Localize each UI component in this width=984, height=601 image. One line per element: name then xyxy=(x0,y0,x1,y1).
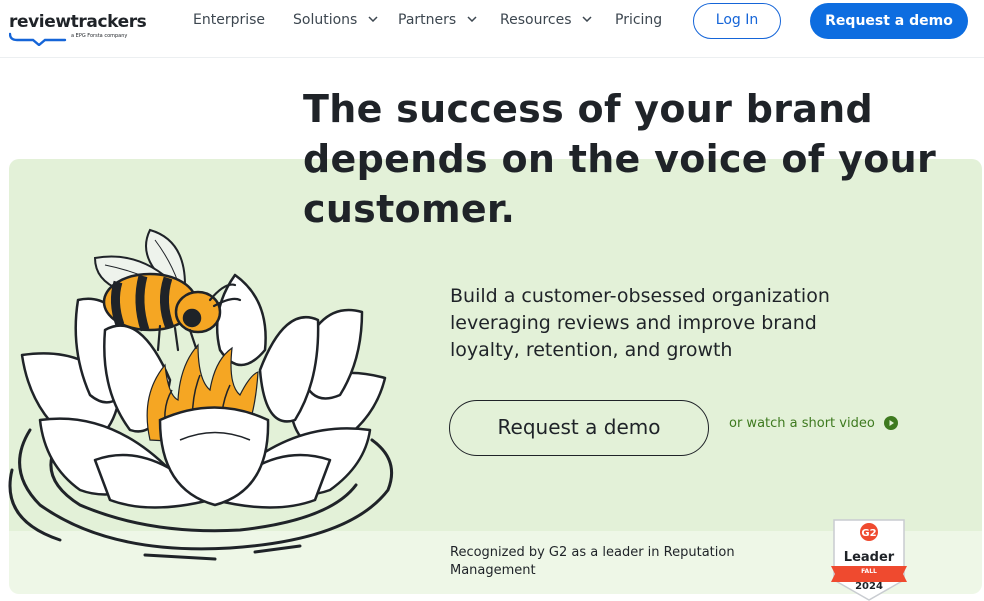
recognition-line: Recognized by G2 as a leader in Reputati… xyxy=(450,545,735,560)
logo-wordmark: reviewtrackers xyxy=(9,12,147,32)
nav-item-label: Solutions xyxy=(293,12,358,28)
g2-leader-badge: G2 Leader FALL 2024 xyxy=(831,519,907,601)
subcopy-line: leveraging reviews and improve brand xyxy=(450,312,817,334)
hero-subcopy: Build a customer-obsessed organization l… xyxy=(450,283,900,364)
chevron-down-icon xyxy=(467,16,477,22)
top-navigation: reviewtrackers a EPG Forsta company Ente… xyxy=(0,0,984,58)
subcopy-line: Build a customer-obsessed organization xyxy=(450,285,830,307)
play-circle-icon xyxy=(883,416,898,430)
recognition-line: Management xyxy=(450,563,536,578)
badge-title: Leader xyxy=(844,550,895,565)
nav-item-resources[interactable]: Resources xyxy=(500,12,592,28)
headline-line: customer. xyxy=(303,187,516,231)
subcopy-line: loyalty, retention, and growth xyxy=(450,339,733,361)
login-button[interactable]: Log In xyxy=(693,3,781,39)
nav-item-solutions[interactable]: Solutions xyxy=(293,12,378,28)
watch-video-link[interactable]: or watch a short video xyxy=(729,416,898,431)
badge-season: FALL xyxy=(861,568,877,575)
badge-year: 2024 xyxy=(855,581,883,592)
request-demo-nav-button[interactable]: Request a demo xyxy=(810,3,968,39)
request-demo-hero-button[interactable]: Request a demo xyxy=(449,400,709,456)
nav-item-label: Enterprise xyxy=(193,12,266,28)
reviewtrackers-logo[interactable]: reviewtrackers a EPG Forsta company xyxy=(9,10,147,46)
nav-item-enterprise[interactable]: Enterprise xyxy=(193,12,265,28)
headline-line: The success of your brand xyxy=(303,87,874,131)
nav-item-partners[interactable]: Partners xyxy=(398,12,477,28)
watch-video-label: or watch a short video xyxy=(729,416,875,431)
chevron-down-icon xyxy=(368,16,378,22)
g2-logo-text: G2 xyxy=(861,528,876,539)
g2-recognition-text: Recognized by G2 as a leader in Reputati… xyxy=(450,544,790,580)
logo-tagline: a EPG Forsta company xyxy=(71,33,128,39)
chevron-down-icon xyxy=(582,16,592,22)
speech-bubble-logo-icon xyxy=(9,32,67,46)
headline-line: depends on the voice of your xyxy=(303,137,937,181)
nav-item-label: Partners xyxy=(398,12,457,28)
nav-item-label: Resources xyxy=(500,12,572,28)
hero-headline: The success of your brand depends on the… xyxy=(303,84,983,234)
nav-item-label: Pricing xyxy=(615,12,663,28)
bee-on-water-lily-illustration xyxy=(8,228,393,561)
nav-item-pricing[interactable]: Pricing xyxy=(615,12,662,28)
